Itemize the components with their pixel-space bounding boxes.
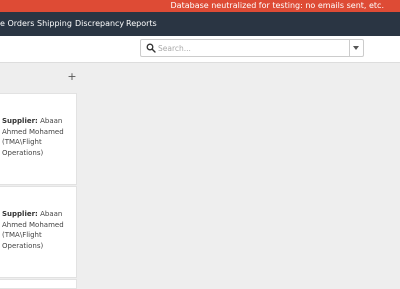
nav-item-shipping[interactable]: Shipping: [37, 12, 72, 36]
nav-item-discrepancy[interactable]: Discrepancy: [75, 12, 124, 36]
card-supplier: Supplier: Abaan Ahmed Mohamed (TMA\Fligh…: [2, 209, 70, 251]
search-input[interactable]: [158, 40, 338, 56]
search-icon: [146, 43, 156, 53]
search-options-toggle[interactable]: [349, 40, 363, 56]
kanban-card[interactable]: Supplier: Abaan Ahmed Mohamed (TMA\Fligh…: [0, 186, 77, 278]
kanban-column-header: +: [0, 70, 78, 86]
nav-item-orders[interactable]: e Orders: [0, 12, 34, 36]
plus-icon[interactable]: +: [67, 71, 77, 83]
caret-down-icon: [353, 46, 359, 50]
supplier-label: Supplier:: [2, 210, 38, 218]
card-supplier: Supplier: Abaan Ahmed Mohamed (TMA\Fligh…: [2, 116, 70, 158]
kanban-card[interactable]: [0, 279, 77, 289]
banner-text: Database neutralized for testing: no ema…: [170, 1, 384, 10]
testing-banner: Database neutralized for testing: no ema…: [0, 0, 400, 12]
control-panel: [0, 36, 400, 63]
nav-item-reports[interactable]: Reports: [126, 12, 157, 36]
supplier-label: Supplier:: [2, 117, 38, 125]
top-navbar: e Orders Shipping Discrepancy Reports: [0, 12, 400, 36]
kanban-card[interactable]: Supplier: Abaan Ahmed Mohamed (TMA\Fligh…: [0, 93, 77, 185]
search-box: [140, 39, 364, 57]
